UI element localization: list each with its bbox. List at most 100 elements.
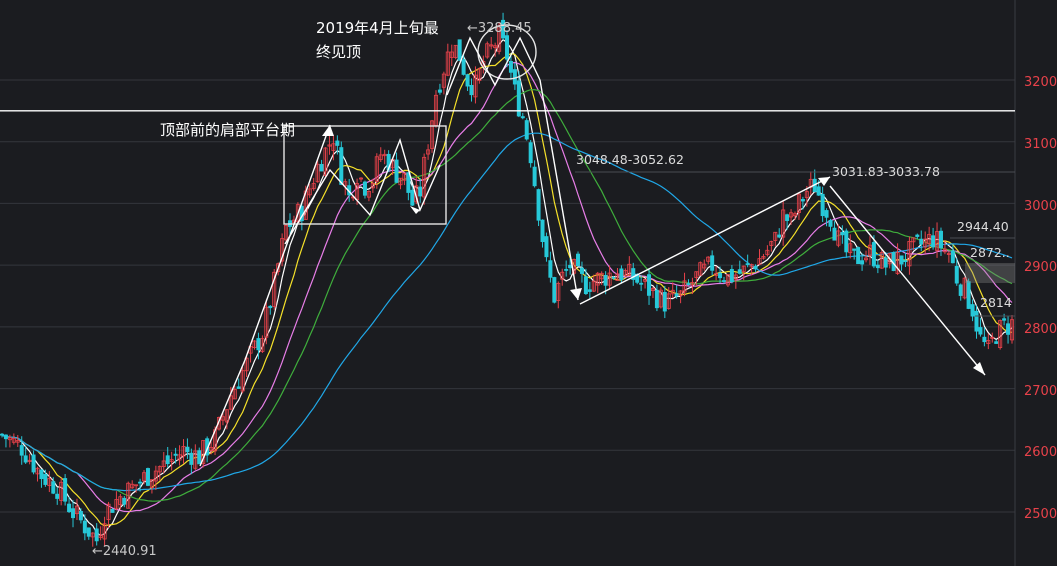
candle	[359, 177, 364, 183]
candle	[808, 171, 813, 195]
candle	[536, 188, 541, 227]
candle	[382, 149, 387, 165]
candle-body	[840, 231, 845, 236]
candle-body	[55, 493, 60, 499]
candle	[284, 224, 289, 242]
candle-body	[197, 450, 202, 465]
candle	[552, 276, 557, 304]
candle-body	[954, 265, 959, 284]
candle	[161, 451, 166, 474]
candle-body	[256, 338, 261, 351]
candle-body	[512, 69, 517, 85]
candle-body	[579, 267, 584, 274]
candle-body	[31, 454, 36, 473]
candle-body	[654, 289, 659, 309]
candle	[437, 83, 442, 95]
y-tick-2500: 2500	[1024, 507, 1057, 522]
candle	[157, 465, 162, 481]
candle-body	[958, 284, 963, 296]
candle	[130, 480, 135, 489]
candle-body	[63, 478, 68, 502]
candle-body	[469, 84, 474, 96]
candle-body	[583, 276, 588, 295]
candle	[473, 66, 478, 104]
candle	[848, 234, 853, 259]
candle-body	[185, 446, 190, 453]
candle-body	[919, 238, 924, 245]
candle	[796, 192, 801, 220]
ma60-line	[1, 132, 1013, 492]
candle	[966, 278, 971, 310]
candle	[587, 281, 592, 300]
candle	[3, 434, 8, 448]
candle-body	[236, 386, 241, 389]
candle	[433, 90, 438, 128]
candle	[11, 433, 16, 445]
candle	[639, 275, 644, 291]
candle-body	[23, 455, 28, 463]
candle-body	[824, 210, 829, 218]
candle	[236, 378, 241, 389]
candle-body	[856, 247, 861, 265]
candle	[765, 245, 770, 257]
candle-body	[737, 269, 742, 274]
candle-body	[619, 268, 624, 280]
candle-body	[686, 283, 691, 286]
candle	[252, 340, 257, 350]
candle-body	[339, 147, 344, 185]
y-tick-3200: 3200	[1024, 75, 1057, 90]
shoulder-annotation: 顶部前的肩部平台期	[160, 121, 295, 139]
candle	[15, 434, 20, 447]
candle	[650, 286, 655, 299]
candle-body	[710, 255, 715, 271]
candle	[86, 527, 91, 540]
candle	[875, 259, 880, 274]
candle	[867, 236, 872, 265]
candle	[512, 62, 517, 90]
candle	[35, 466, 40, 482]
candle-body	[51, 481, 56, 494]
y-tick-2600: 2600	[1024, 445, 1057, 460]
candle-body	[532, 166, 537, 187]
candle-body	[828, 219, 833, 227]
candle	[110, 508, 115, 513]
candle-body	[852, 248, 857, 251]
candle-body	[844, 230, 849, 253]
level-3031-label: 3031.83-3033.78	[832, 164, 940, 179]
downtrend-arrow-2	[829, 185, 986, 376]
candle-body	[67, 503, 72, 513]
candle-body	[0, 433, 4, 436]
candle-body	[528, 142, 533, 164]
candle	[706, 256, 711, 265]
candle-body	[745, 263, 750, 266]
candle	[23, 446, 28, 464]
candle	[990, 332, 995, 343]
candle	[647, 268, 652, 305]
y-tick-3100: 3100	[1024, 137, 1057, 152]
candle-body	[1006, 323, 1011, 335]
candle-body	[461, 59, 466, 75]
candle	[169, 451, 174, 471]
ma30-line	[1, 89, 1013, 502]
level-2944-label: 2944.40	[957, 219, 1009, 234]
candle	[982, 327, 987, 347]
peak-annotation-line1: 2019年4月上旬最	[316, 19, 439, 37]
candle	[327, 135, 332, 155]
candle-body	[832, 227, 837, 241]
candle	[485, 41, 490, 59]
candle-body	[777, 234, 782, 238]
candlestick-chart: 3200 3100 3000 2900 2800 2700 2600 2500 …	[0, 0, 1057, 566]
candle	[670, 282, 675, 298]
candle	[832, 221, 837, 241]
candle-body	[970, 304, 975, 317]
peak-value-label: ←3288.45	[467, 21, 532, 36]
candle	[78, 508, 83, 524]
candle	[556, 281, 561, 309]
candle	[789, 208, 794, 225]
candle-body	[94, 528, 99, 542]
candle	[737, 260, 742, 275]
candle	[181, 439, 186, 464]
candle-body	[457, 39, 462, 61]
candle	[74, 498, 79, 520]
candle	[773, 231, 778, 247]
